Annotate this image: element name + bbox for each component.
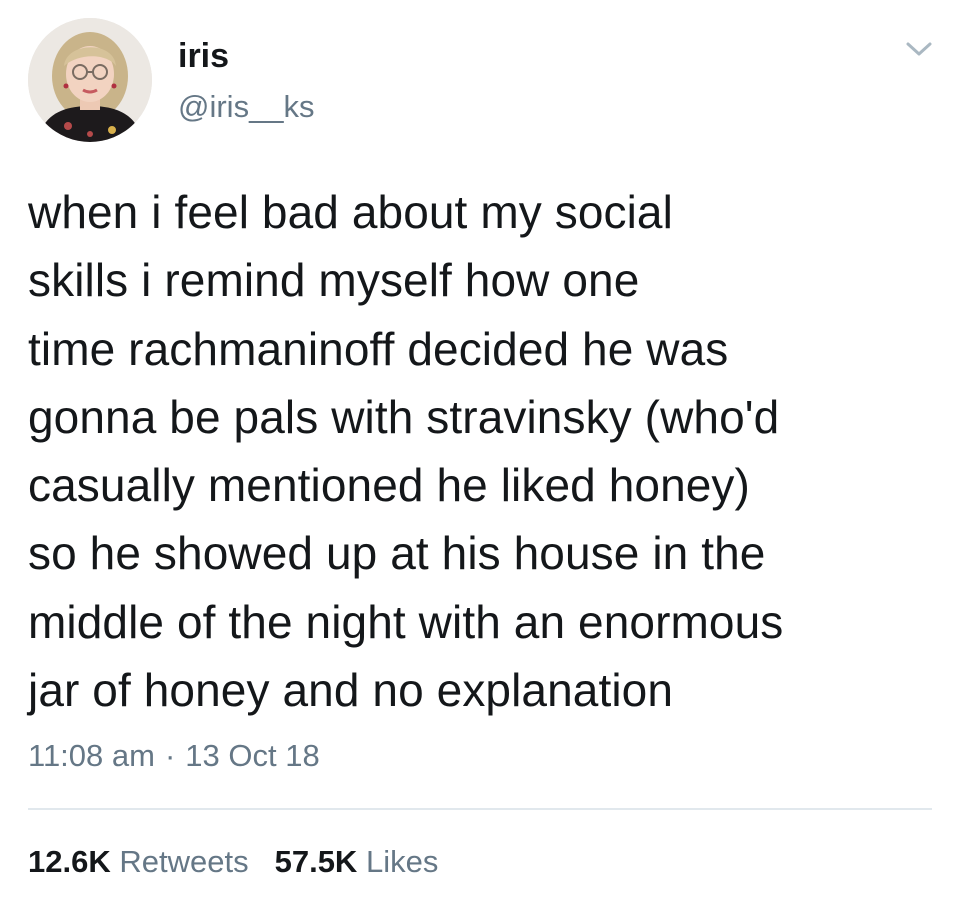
tweet-time: 11:08 am <box>28 738 155 773</box>
chevron-down-icon[interactable] <box>904 38 934 60</box>
display-name[interactable]: iris <box>178 36 229 76</box>
meta-separator: · <box>164 738 176 773</box>
tweet-card: iris @iris__ks when i feel bad about my … <box>0 0 960 908</box>
retweets-stat[interactable]: 12.6K Retweets <box>28 844 249 879</box>
retweets-label: Retweets <box>119 844 249 879</box>
likes-stat[interactable]: 57.5K Likes <box>275 844 439 879</box>
user-handle[interactable]: @iris__ks <box>178 88 315 126</box>
avatar-image <box>28 18 152 142</box>
tweet-stats: 12.6K Retweets 57.5K Likes <box>28 842 438 882</box>
tweet-date: 13 Oct 18 <box>185 738 320 773</box>
avatar[interactable] <box>28 18 152 142</box>
likes-label: Likes <box>365 844 439 879</box>
divider <box>28 808 932 810</box>
tweet-text: when i feel bad about my social skills i… <box>28 186 784 717</box>
likes-count: 57.5K <box>274 844 358 879</box>
retweets-count: 12.6K <box>28 844 111 879</box>
tweet-timestamp[interactable]: 11:08 am · 13 Oct 18 <box>28 736 320 776</box>
